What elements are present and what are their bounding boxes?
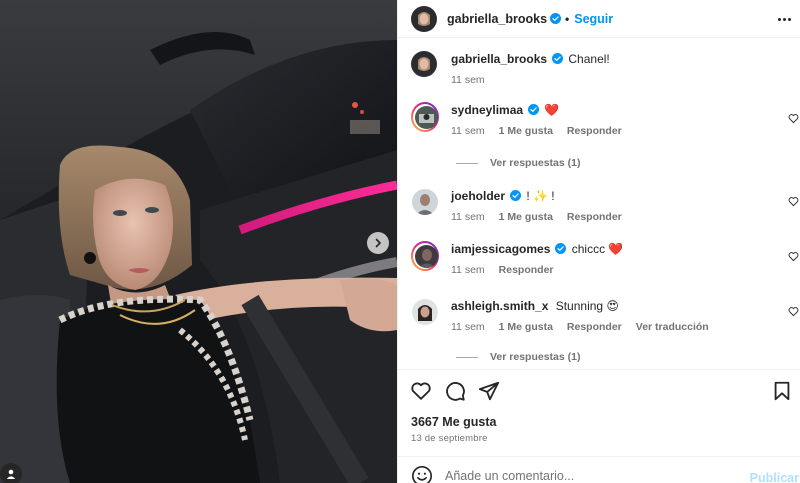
photo-car-selfie: [0, 0, 397, 483]
comment-username[interactable]: ashleigh.smith_x: [451, 299, 548, 313]
more-dot: [787, 17, 791, 21]
comment-input[interactable]: [445, 469, 745, 483]
comment-text: ! ✨ !: [526, 189, 555, 203]
view-replies-button[interactable]: Ver respuestas (1): [456, 157, 580, 169]
reply-button[interactable]: Responder: [567, 321, 622, 333]
commenter-avatar: [414, 244, 438, 268]
commenter-avatar[interactable]: [412, 299, 438, 325]
caption-text-line: gabriella_brooks Chanel!: [451, 51, 781, 67]
heart-icon[interactable]: [410, 380, 432, 402]
comment-likes[interactable]: 1 Me gusta: [499, 211, 553, 223]
author-avatar[interactable]: [411, 51, 437, 77]
replies-divider: [456, 162, 478, 164]
verified-badge-icon: [550, 13, 562, 24]
like-comment-heart-icon[interactable]: [788, 196, 799, 207]
more-options-button[interactable]: [775, 10, 793, 28]
story-ring[interactable]: [411, 102, 439, 132]
post-date[interactable]: 13 de septiembre: [411, 433, 488, 444]
caption-text: Chanel!: [568, 52, 610, 66]
story-ring[interactable]: [411, 241, 439, 271]
verified-badge-icon: [555, 243, 567, 254]
share-icon[interactable]: [478, 380, 500, 402]
comment-item: joeholder ! ✨ ! 11 sem 1 Me gusta Respon…: [411, 188, 781, 223]
view-replies-button[interactable]: Ver respuestas (1): [456, 351, 580, 363]
verified-badge-icon: [528, 104, 540, 115]
comment-time[interactable]: 11 sem: [451, 321, 485, 333]
like-comment-heart-icon[interactable]: [788, 113, 799, 124]
comment-composer: Publicar: [398, 456, 800, 483]
comment-time[interactable]: 11 sem: [451, 211, 485, 223]
caption-username[interactable]: gabriella_brooks: [451, 52, 547, 66]
view-replies-label: Ver respuestas (1): [490, 157, 581, 169]
comment-text: Stunning 😍: [555, 299, 619, 313]
comment-time[interactable]: 11 sem: [451, 264, 485, 276]
like-comment-heart-icon[interactable]: [788, 251, 799, 262]
caption-time[interactable]: 11 sem: [451, 74, 485, 86]
comment-username[interactable]: sydneylimaa: [451, 103, 523, 117]
author-username[interactable]: gabriella_brooks: [447, 12, 547, 26]
commenter-avatar[interactable]: [412, 189, 438, 215]
author-avatar[interactable]: [411, 5, 437, 32]
comment-item: iamjessicagomes chiccc ❤️ 11 sem Respond…: [411, 241, 781, 276]
replies-divider: [456, 356, 478, 358]
instagram-post-modal: gabriella_brooks • Seguir gabriella_broo…: [0, 0, 800, 483]
reply-button[interactable]: Responder: [499, 264, 554, 276]
comment-item: sydneylimaa ❤️ 11 sem 1 Me gusta Respond…: [411, 102, 781, 137]
verified-badge-icon: [552, 53, 564, 64]
header-separator: •: [565, 11, 570, 26]
more-dot: [782, 17, 786, 21]
chevron-right-icon: [375, 238, 381, 248]
comment-text: ❤️: [544, 103, 560, 117]
view-replies-label: Ver respuestas (1): [490, 351, 581, 363]
commenter-avatar: [414, 105, 438, 129]
comment-likes[interactable]: 1 Me gusta: [499, 125, 553, 137]
post-photo[interactable]: [0, 0, 397, 483]
comment-username[interactable]: joeholder: [451, 189, 505, 203]
caption: gabriella_brooks Chanel! 11 sem: [411, 51, 781, 86]
likes-count[interactable]: 3667 Me gusta: [411, 415, 496, 429]
reply-button[interactable]: Responder: [567, 125, 622, 137]
more-horizontal-icon: [777, 17, 781, 21]
comment-icon[interactable]: [444, 380, 466, 402]
user-tag-icon: [6, 469, 16, 479]
emoji-icon[interactable]: [411, 465, 433, 483]
comment-text: chiccc ❤️: [571, 242, 624, 256]
tagged-users-button[interactable]: [0, 463, 22, 483]
bookmark-icon[interactable]: [771, 380, 793, 402]
like-comment-heart-icon[interactable]: [788, 306, 799, 317]
comment-likes[interactable]: 1 Me gusta: [499, 321, 553, 333]
post-header: gabriella_brooks • Seguir: [398, 0, 800, 38]
post-side-panel: gabriella_brooks • Seguir gabriella_broo…: [397, 0, 800, 483]
comment-time[interactable]: 11 sem: [451, 125, 485, 137]
follow-button[interactable]: Seguir: [574, 12, 613, 26]
comments-list[interactable]: gabriella_brooks Chanel! 11 sem sydneyli…: [398, 39, 800, 369]
next-photo-button[interactable]: [367, 232, 389, 254]
verified-badge-icon: [510, 190, 522, 201]
translate-button[interactable]: Ver traducción: [636, 321, 709, 333]
comment-username[interactable]: iamjessicagomes: [451, 242, 550, 256]
publish-button[interactable]: Publicar: [750, 471, 799, 483]
comment-item: ashleigh.smith_x Stunning 😍 11 sem 1 Me …: [411, 298, 781, 333]
reply-button[interactable]: Responder: [567, 211, 622, 223]
